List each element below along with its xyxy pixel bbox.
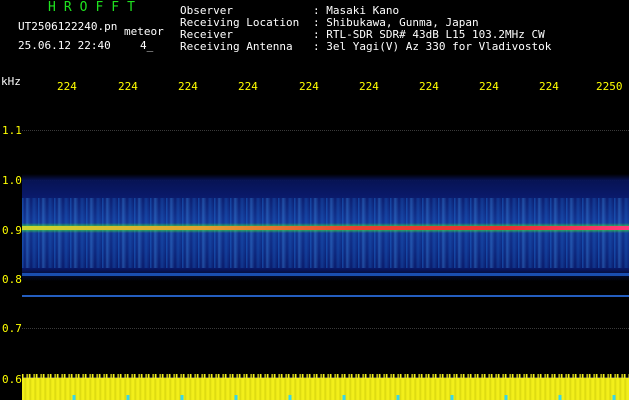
time-tick: 224 (299, 81, 319, 92)
noise-texture (22, 198, 629, 268)
time-tick: 2250 (596, 81, 623, 92)
time-tick: 224 (118, 81, 138, 92)
frequency-tick: 0.9 (2, 224, 22, 237)
mode-label: meteor (124, 25, 164, 38)
time-tick: 224 (359, 81, 379, 92)
frame-counter: 4_ (140, 39, 154, 52)
time-tick: 224 (479, 81, 499, 92)
time-tick: 224 (57, 81, 77, 92)
app-title: HROFFT (48, 0, 143, 15)
frequency-tick: 1.1 (2, 124, 22, 137)
gridline (22, 328, 629, 329)
hrofft-screen: HROFFT UT2506122240.pn meteor 25.06.12 2… (0, 0, 629, 400)
carrier-line (22, 226, 629, 230)
file-name: UT2506122240.pn (18, 20, 118, 33)
time-tick: 224 (419, 81, 439, 92)
time-tick: 224 (178, 81, 198, 92)
receiver-label: Receiver (180, 28, 233, 41)
frequency-tick: 0.7 (2, 322, 22, 335)
location-value: : Shibukawa, Gunma, Japan (313, 16, 479, 29)
amplitude-peaks (22, 374, 629, 379)
antenna-label: Receiving Antenna (180, 40, 293, 53)
frequency-tick: 0.8 (2, 273, 22, 286)
observer-value: : Masaki Kano (313, 4, 400, 17)
frequency-tick: 1.0 (2, 174, 22, 187)
receiver-value: : RTL-SDR SDR# 43dB L15 103.2MHz CW (313, 28, 545, 41)
carrier-lower-edge (22, 273, 629, 276)
antenna-value: : 3el Yagi(V) Az 330 for Vladivostok (313, 40, 552, 53)
frequency-tick: 0.6 (2, 373, 22, 386)
frequency-unit: kHz (1, 75, 21, 88)
time-tick: 224 (238, 81, 258, 92)
spur-line (22, 295, 629, 297)
time-tick: 224 (539, 81, 559, 92)
spectrogram-plot (22, 98, 629, 400)
gridline (22, 130, 629, 131)
amplitude-markers (22, 395, 629, 400)
date-time: 25.06.12 22:40 (18, 39, 111, 52)
location-label: Receiving Location (180, 16, 300, 29)
observer-label: Observer (180, 4, 233, 17)
